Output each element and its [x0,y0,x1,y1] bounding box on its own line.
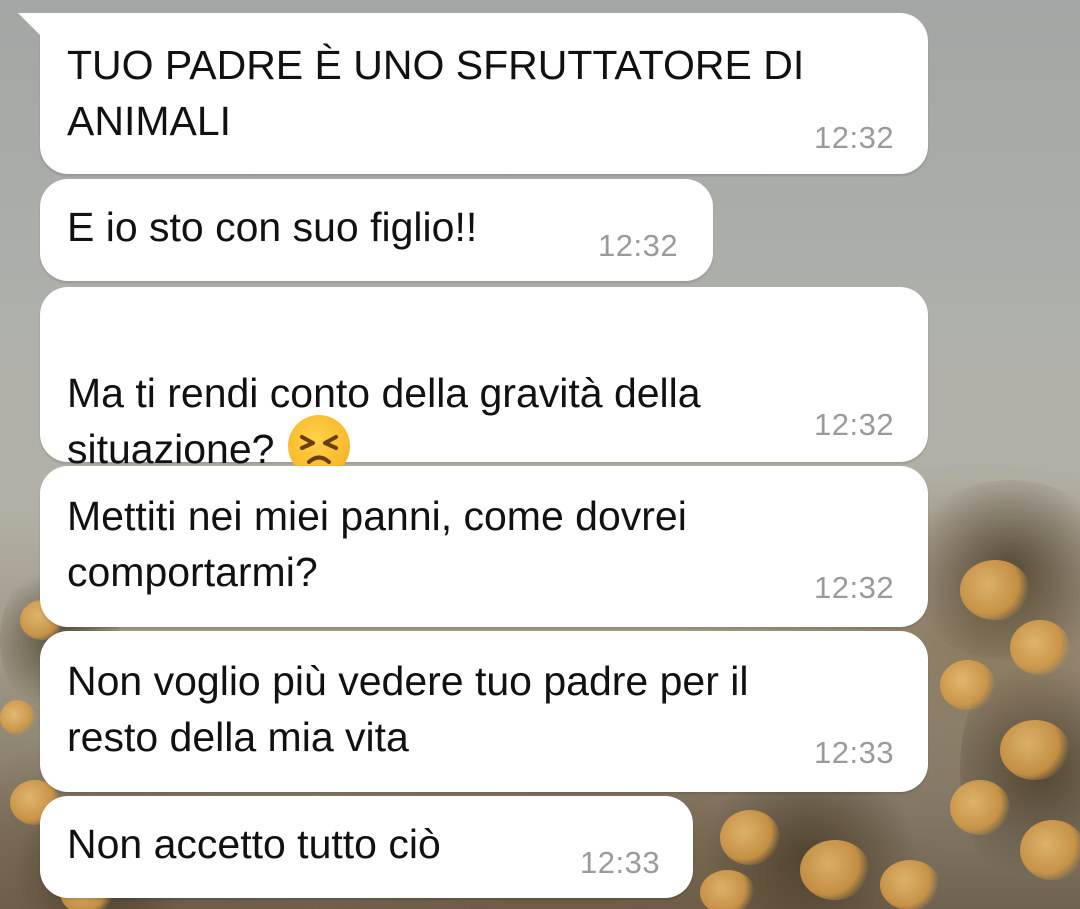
message-text: Ma ti rendi conto della gravità della si… [67,309,701,483]
message-timestamp: 12:33 [814,735,895,770]
message-timestamp: 12:32 [814,407,895,442]
message-bubble[interactable]: Non voglio più vedere tuo padre per il r… [40,631,928,792]
message-bubble[interactable]: Non accetto tutto ciò 12:33 [40,796,693,898]
message-bubble[interactable]: TUO PADRE È UNO SFRUTTATORE DI ANIMALI 1… [40,13,928,174]
message-bubble[interactable]: E io sto con suo figlio!! 12:32 [40,179,713,281]
message-text: E io sto con suo figlio!! [67,204,478,250]
message-text-content: Ma ti rendi conto della gravità della si… [67,370,701,472]
message-timestamp: 12:32 [814,120,895,155]
message-text: Mettiti nei miei panni, come dovrei comp… [67,493,687,595]
message-timestamp: 12:32 [598,228,679,263]
bubble-tail [18,13,42,37]
message-bubble[interactable]: Mettiti nei miei panni, come dovrei comp… [40,466,928,627]
message-text: Non voglio più vedere tuo padre per il r… [67,658,749,760]
message-timestamp: 12:32 [814,570,895,605]
message-bubble[interactable]: Ma ti rendi conto della gravità della si… [40,287,928,478]
message-list[interactable]: TUO PADRE È UNO SFRUTTATORE DI ANIMALI 1… [0,0,1080,909]
message-text: Non accetto tutto ciò [67,821,441,867]
message-text: TUO PADRE È UNO SFRUTTATORE DI ANIMALI [67,42,805,144]
message-timestamp: 12:33 [580,845,661,880]
